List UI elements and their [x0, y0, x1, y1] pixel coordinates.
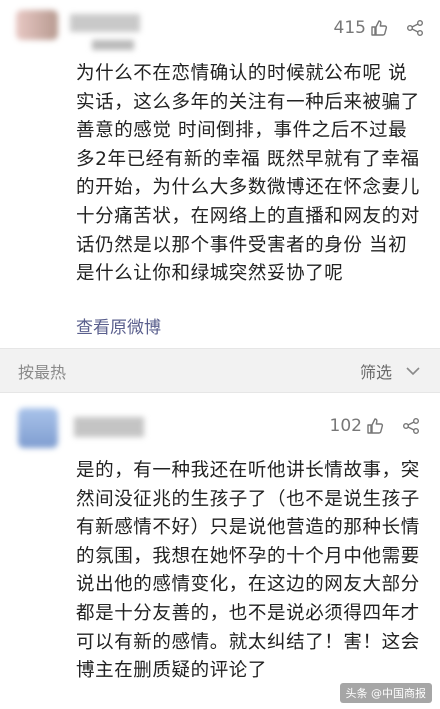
comment-card: 415 为什么不在恋情确认的时候就公布呢 说 实话，这么多年的关注有一种后来被骗…	[0, 0, 440, 348]
avatar[interactable]	[18, 408, 58, 448]
sort-hot-label[interactable]: 按最热	[18, 359, 66, 383]
share-icon[interactable]	[402, 417, 420, 435]
watermark: 头条 @中国商报	[339, 683, 432, 703]
like-count: 415	[333, 18, 366, 38]
comment-card: 102 是的，有一种我还在听他讲长情故事，突 然间没征兆的生孩子了（也不是说生孩…	[0, 393, 440, 709]
comment-line: 博主在删质疑的评论了	[76, 660, 268, 682]
thumbs-up-icon[interactable]	[366, 417, 384, 435]
comment-line: 话仍然是以那个事件受害者的身份 当初	[76, 234, 408, 256]
comment-line: 是的，有一种我还在听他讲长情故事，突	[76, 460, 420, 481]
comment-line: 说出他的感情变化，在这边的网友大部分	[76, 574, 420, 596]
comment-text: 是的，有一种我还在听他讲长情故事，突 然间没征兆的生孩子了（也不是说生孩子 有新…	[76, 457, 422, 686]
like-count: 102	[329, 416, 362, 436]
comment-actions: 415	[334, 15, 424, 41]
comment-line: 然间没征兆的生孩子了（也不是说生孩子	[76, 488, 420, 510]
comment-line: 可以有新的感情。就太纠结了！害！这会	[76, 631, 420, 653]
comment-line: 实话，这么多年的关注有一种后来被骗了	[76, 91, 420, 113]
username[interactable]	[74, 417, 144, 437]
comment-actions: 102	[330, 413, 420, 439]
comment-line: 为什么不在恋情确认的时候就公布呢 说	[76, 63, 408, 84]
comment-text: 为什么不在恋情确认的时候就公布呢 说 实话，这么多年的关注有一种后来被骗了 善意…	[76, 60, 422, 289]
comment-line: 十分痛苦状，在网络上的直播和网友的对	[76, 205, 420, 227]
avatar[interactable]	[16, 10, 58, 40]
comment-line: 的开始，为什么大多数微博还在怀念妻儿	[76, 177, 420, 199]
filter-button[interactable]: 筛选	[360, 359, 420, 383]
username-subtext	[92, 40, 134, 50]
comment-line: 善意的感觉 时间倒排，事件之后不过最	[76, 120, 408, 142]
comment-line: 多2年已经有新的幸福 既然早就有了幸福	[76, 148, 420, 170]
thumbs-up-icon[interactable]	[370, 19, 388, 37]
username[interactable]	[70, 14, 140, 32]
comment-line: 的氛围，我想在她怀孕的十个月中他需要	[76, 545, 420, 567]
comment-line: 都是十分友善的，也不是说必须得四年才	[76, 602, 420, 624]
chevron-down-icon	[406, 366, 420, 376]
share-icon[interactable]	[406, 19, 424, 37]
filter-label: 筛选	[359, 362, 392, 382]
view-original-link[interactable]: 查看原微博	[76, 313, 161, 338]
sort-bar: 按最热 筛选	[0, 348, 440, 393]
comment-line: 有新感情不好）只是说他营造的那种长情	[76, 517, 420, 539]
comment-line: 是什么让你和绿城突然妥协了呢	[76, 263, 344, 285]
